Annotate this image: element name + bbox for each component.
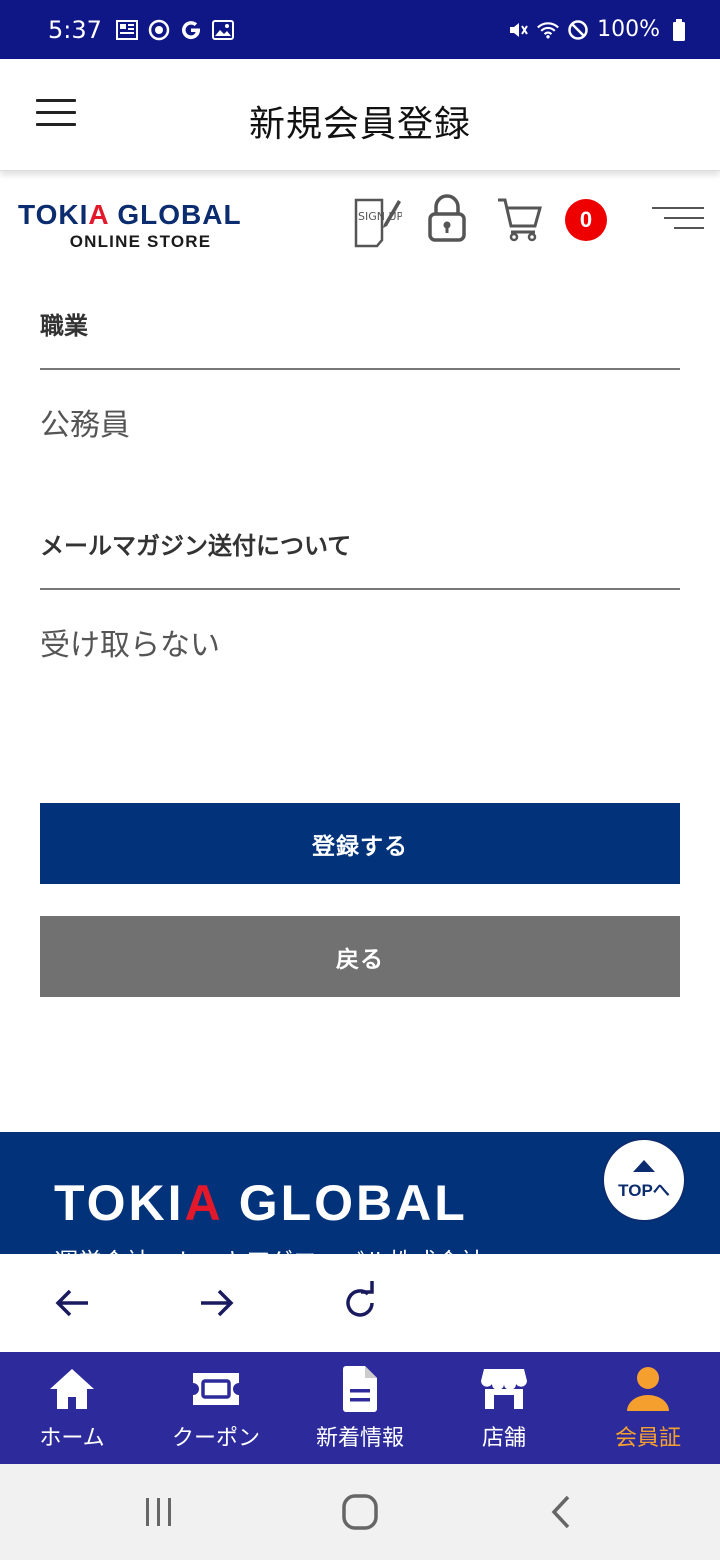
arrow-up-icon [633, 1159, 655, 1172]
tab-store[interactable]: 店舗 [432, 1352, 576, 1464]
news-icon [115, 19, 138, 41]
footer-company: 運営会社：トーキアグローバル株式会社 [54, 1242, 485, 1254]
home-icon [47, 1364, 97, 1414]
browser-nav-bar [0, 1254, 720, 1352]
tab-coupon[interactable]: クーポン [144, 1352, 288, 1464]
bottom-tab-bar: ホーム クーポン 新着情報 店舗 会員証 [0, 1352, 720, 1464]
store-header: TOKIA GLOBAL ONLINE STORE SIGN UP 0 [0, 172, 720, 272]
page-title: 新規会員登録 [248, 104, 471, 145]
field-label: メールマガジン送付について [40, 532, 352, 560]
tab-home[interactable]: ホーム [0, 1352, 144, 1464]
register-button[interactable]: 登録する [40, 803, 680, 884]
tab-label: 新着情報 [315, 1426, 404, 1451]
status-time: 5:37 [48, 15, 102, 44]
reload-icon[interactable] [337, 1280, 383, 1326]
svg-text:SIGN UP: SIGN UP [358, 210, 402, 223]
field-value: 受け取らない [40, 628, 220, 663]
wifi-icon [537, 19, 559, 41]
home-button-icon[interactable] [340, 1492, 380, 1532]
store-icon [479, 1364, 529, 1414]
top-label: TOPへ [618, 1180, 670, 1200]
mute-icon [507, 19, 529, 41]
document-icon [335, 1364, 385, 1414]
back-to-top-button[interactable]: TOPへ [602, 1138, 686, 1222]
app-header: 新規会員登録 [0, 59, 720, 171]
footer-logo: TOKIA GLOBAL [54, 1175, 468, 1231]
person-icon [623, 1364, 673, 1414]
tab-label: 店舗 [481, 1426, 526, 1451]
google-icon [180, 19, 202, 41]
logo-wordmark: TOKIA GLOBAL [18, 199, 242, 230]
tab-label: ホーム [39, 1426, 105, 1451]
tab-label: 会員証 [614, 1426, 681, 1451]
battery-percent: 100% [597, 17, 660, 42]
back-nav-icon[interactable] [542, 1492, 582, 1532]
field-occupation: 職業 公務員 [40, 290, 680, 510]
image-icon [211, 19, 234, 41]
status-system-icons: 100% [507, 17, 690, 42]
status-bar: 5:37 100% [0, 0, 720, 59]
arrow-back-icon[interactable] [50, 1280, 96, 1326]
arrow-forward-icon[interactable] [193, 1280, 239, 1326]
store-logo[interactable]: TOKIA GLOBAL ONLINE STORE [18, 200, 263, 252]
back-button[interactable]: 戻る [40, 916, 680, 997]
block-icon [567, 19, 589, 41]
status-notification-icons [115, 19, 234, 41]
signup-icon[interactable]: SIGN UP [352, 194, 404, 252]
recent-apps-icon[interactable] [138, 1492, 178, 1532]
target-icon [148, 19, 170, 41]
tab-member-card[interactable]: 会員証 [576, 1352, 720, 1464]
cart-icon[interactable] [496, 196, 542, 246]
lock-icon[interactable] [426, 194, 468, 246]
ticket-icon [191, 1364, 241, 1414]
field-value: 公務員 [40, 408, 130, 443]
field-label: 職業 [40, 312, 88, 340]
store-menu-icon[interactable] [652, 205, 704, 235]
system-nav-bar [0, 1464, 720, 1560]
tab-label: クーポン [171, 1426, 260, 1451]
cart-count-badge: 0 [565, 199, 607, 241]
screen: 5:37 100% 新規会員登録 TOKIA GLOBAL ONLINE STO… [0, 0, 720, 1560]
battery-icon [668, 18, 690, 41]
logo-subtitle: ONLINE STORE [69, 232, 212, 251]
tab-news[interactable]: 新着情報 [288, 1352, 432, 1464]
registration-confirm-form: 職業 公務員 メールマガジン送付について 受け取らない [40, 290, 680, 730]
field-newsletter: メールマガジン送付について 受け取らない [40, 510, 680, 730]
